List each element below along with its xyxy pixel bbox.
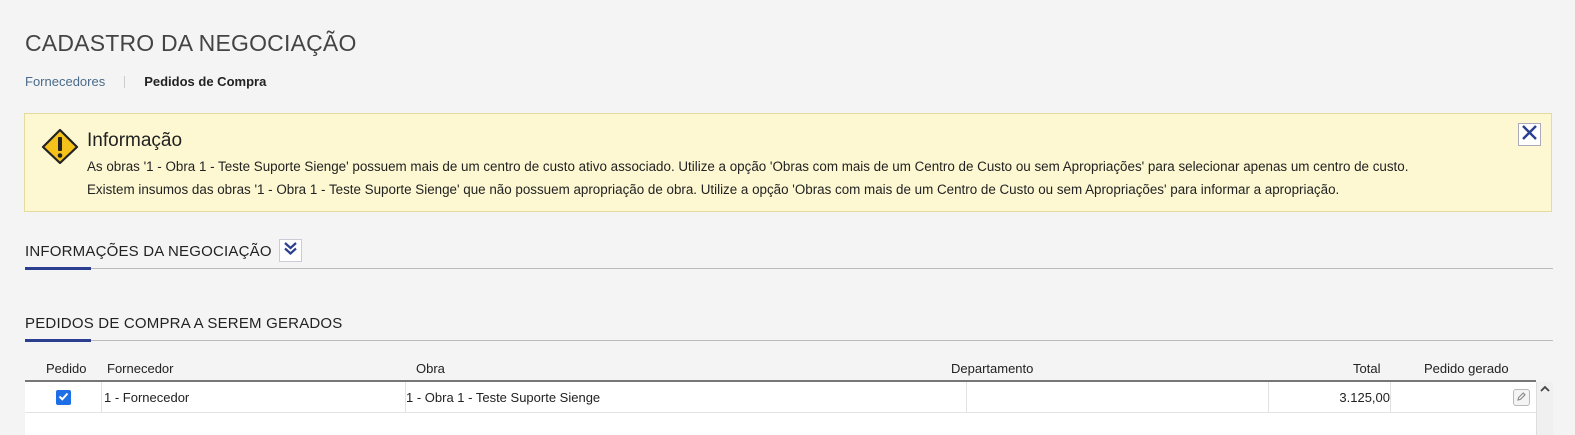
chevron-up-icon [1539, 380, 1550, 398]
warning-icon [41, 128, 79, 165]
section-divider [25, 340, 1553, 341]
column-header-total[interactable]: Total [1353, 361, 1380, 376]
column-header-pedido-gerado[interactable]: Pedido gerado [1424, 361, 1509, 376]
close-alert-button[interactable] [1518, 123, 1541, 146]
cell-divider [1268, 382, 1269, 413]
checkmark-icon [58, 389, 69, 407]
close-icon [1521, 124, 1538, 146]
column-header-fornecedor[interactable]: Fornecedor [107, 361, 173, 376]
edit-icon [1516, 389, 1527, 407]
cell-divider [101, 382, 102, 413]
cell-fornecedor: 1 - Fornecedor [104, 390, 190, 405]
alert-message: As obras '1 - Obra 1 - Teste Suporte Sie… [87, 159, 1409, 174]
cell-divider [1390, 382, 1391, 413]
edit-row-button[interactable] [1513, 389, 1530, 406]
column-header-obra[interactable]: Obra [416, 361, 445, 376]
section-divider [25, 268, 1553, 269]
pedido-checkbox[interactable] [56, 390, 71, 405]
section-title-pedidos: PEDIDOS DE COMPRA A SEREM GERADOS [25, 315, 343, 332]
section-accent [25, 267, 91, 270]
page-title: CADASTRO DA NEGOCIAÇÃO [25, 30, 357, 56]
cell-divider [966, 382, 967, 413]
alert-title: Informação [87, 130, 183, 151]
column-header-pedido[interactable]: Pedido [46, 361, 86, 376]
expand-section-button[interactable] [279, 239, 302, 262]
scroll-up-button[interactable] [1536, 381, 1553, 397]
table-body-empty-area [25, 413, 1536, 435]
breadcrumb: Fornecedores Pedidos de Compra [25, 74, 266, 89]
column-header-departamento[interactable]: Departamento [951, 361, 1033, 376]
info-alert: Informação As obras '1 - Obra 1 - Teste … [24, 113, 1552, 212]
alert-message: Existem insumos das obras '1 - Obra 1 - … [87, 182, 1340, 197]
breadcrumb-separator [124, 75, 126, 88]
breadcrumb-current: Pedidos de Compra [144, 74, 267, 89]
section-accent [25, 339, 91, 342]
cell-obra: 1 - Obra 1 - Teste Suporte Sienge [406, 390, 601, 405]
breadcrumb-link-fornecedores[interactable]: Fornecedores [25, 74, 105, 89]
cell-total: 3.125,00 [1339, 390, 1390, 405]
double-chevron-down-icon [283, 241, 298, 261]
section-title-informacoes: INFORMAÇÕES DA NEGOCIAÇÃO [25, 243, 272, 260]
